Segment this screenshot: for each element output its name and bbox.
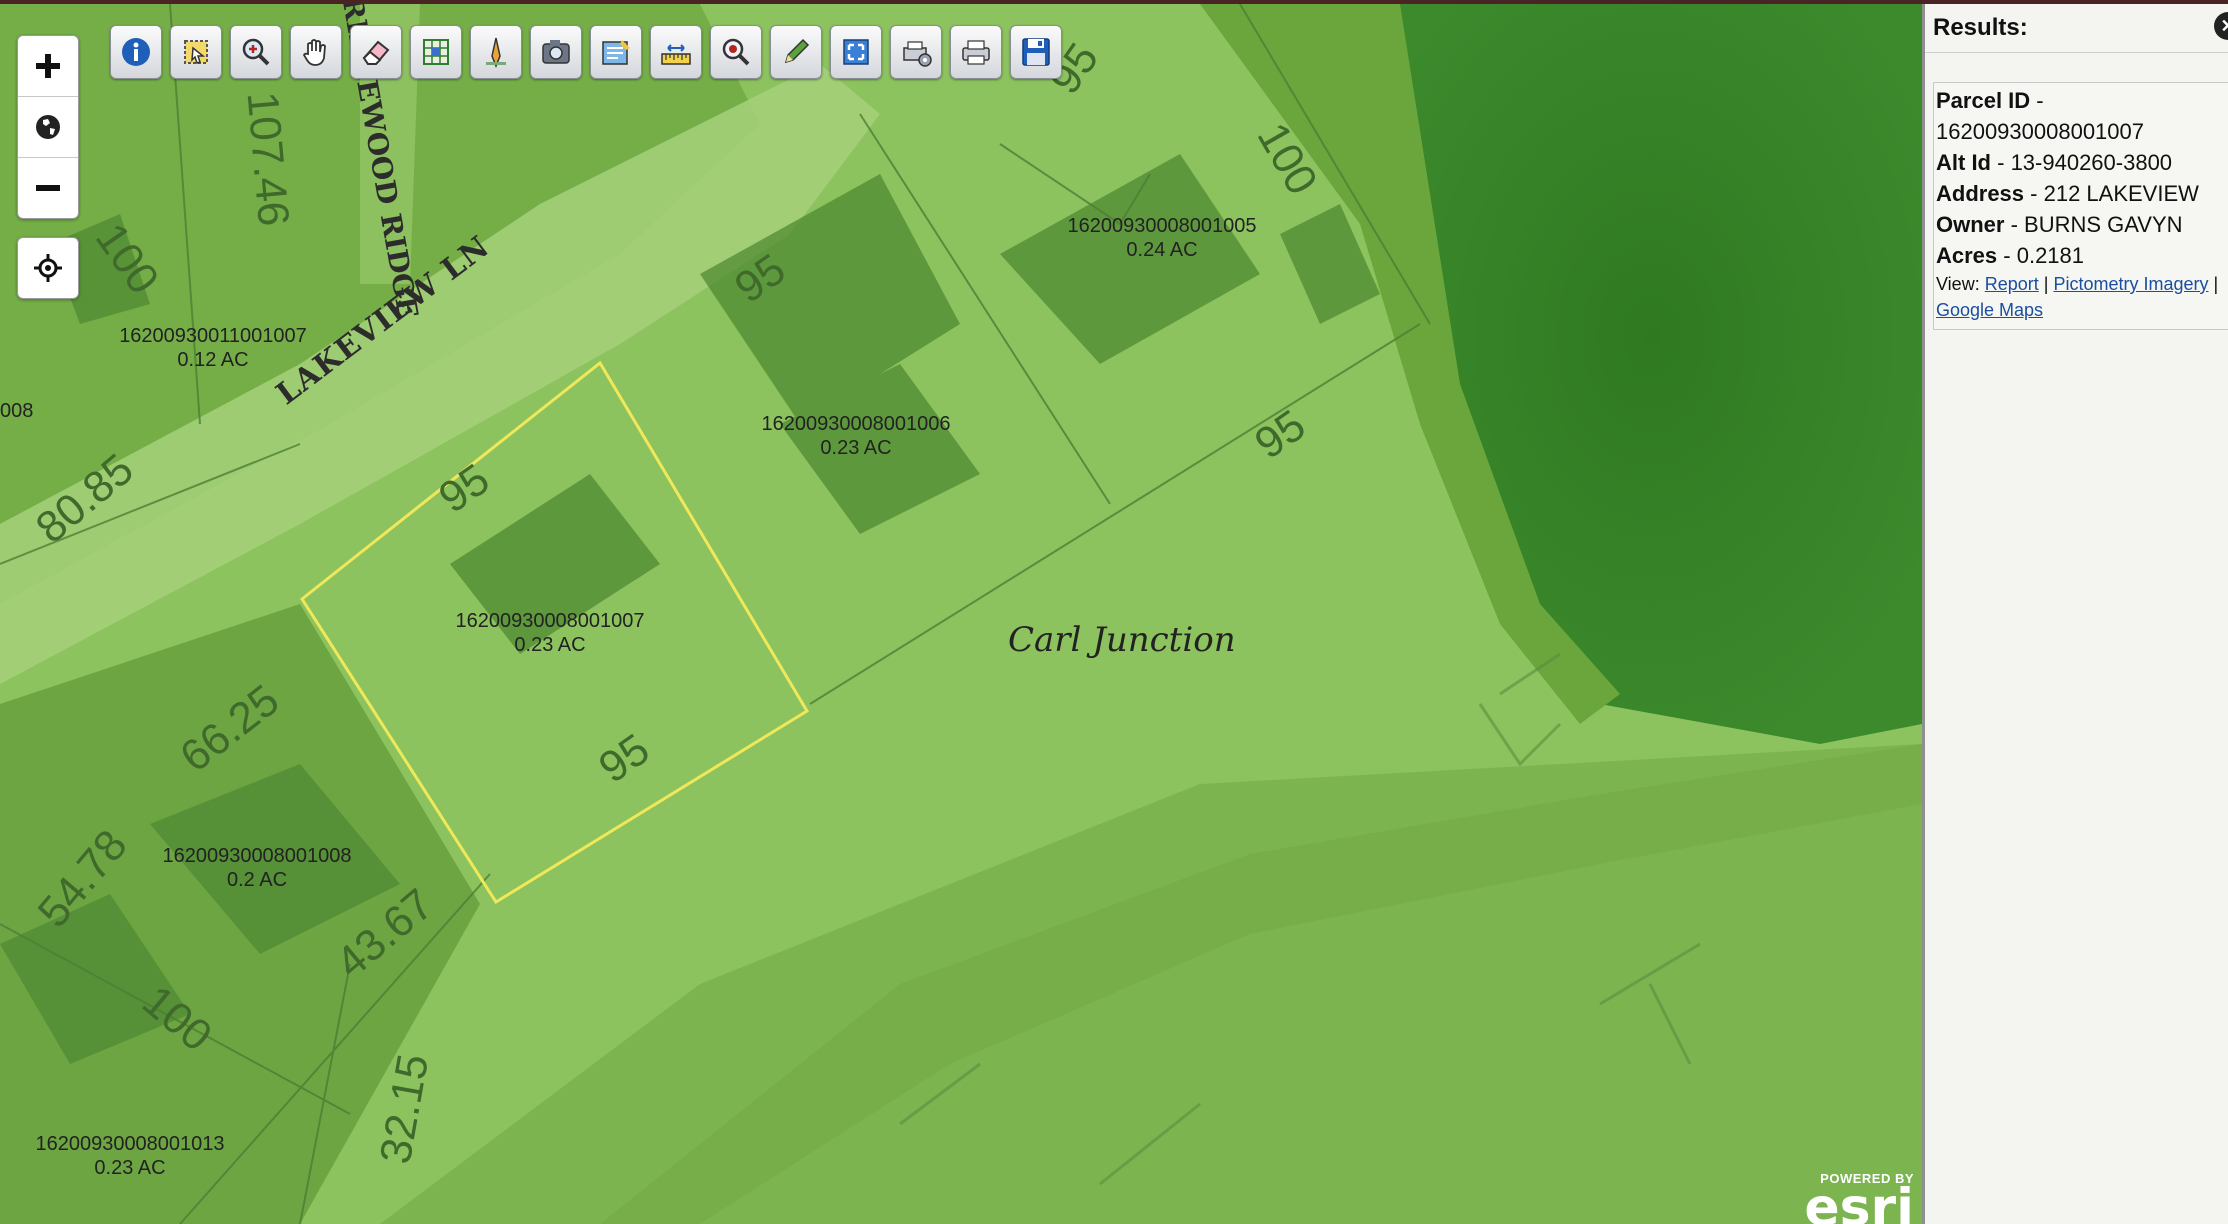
zoom-in-tool-button[interactable] bbox=[230, 25, 282, 79]
view-links: View: Report | Pictometry Imagery | Goog… bbox=[1936, 271, 2228, 323]
pan-tool-button[interactable] bbox=[290, 25, 342, 79]
map-view[interactable]: 16200930008001007 0.23 AC 162009300080010… bbox=[0, 4, 1922, 1224]
crosshair-icon bbox=[34, 254, 62, 282]
measure-tool-button[interactable] bbox=[470, 25, 522, 79]
home-globe-button[interactable] bbox=[18, 97, 78, 158]
parcel-label: 16200930008001006 0.23 AC bbox=[761, 413, 951, 459]
full-extent-icon bbox=[843, 39, 869, 65]
parcel-label: 16200930008001008 0.2 AC bbox=[162, 845, 352, 891]
eraser-tool-button[interactable] bbox=[350, 25, 402, 79]
field-label: Address bbox=[1936, 181, 2025, 206]
parcel-label: 16200930008001007 0.23 AC bbox=[455, 610, 645, 656]
powered-by-text: POWERED BY bbox=[1820, 1171, 1914, 1186]
draw-icon bbox=[784, 38, 810, 64]
field-label: Parcel ID bbox=[1936, 88, 2031, 113]
alt-id-row: Alt Id - 13-940260-3800 bbox=[1936, 147, 2228, 178]
field-separator: - bbox=[2024, 181, 2044, 206]
field-value: 212 LAKEVIEW bbox=[2043, 181, 2199, 206]
results-panel: Results: ✕ Parcel ID - 16200930008001007… bbox=[1922, 4, 2228, 1224]
map-toolbar bbox=[104, 22, 1068, 90]
zoom-in-button[interactable] bbox=[18, 36, 78, 97]
google-maps-link[interactable]: Google Maps bbox=[1936, 300, 2043, 320]
search-icon bbox=[722, 38, 750, 66]
plus-icon bbox=[36, 54, 60, 78]
draw-tool-button[interactable] bbox=[770, 25, 822, 79]
report-link[interactable]: Report bbox=[1985, 274, 2039, 294]
acres-row: Acres - 0.2181 bbox=[1936, 240, 2228, 271]
full-extent-tool-button[interactable] bbox=[830, 25, 882, 79]
print-settings-icon bbox=[903, 41, 932, 67]
grid-select-tool-button[interactable] bbox=[410, 25, 462, 79]
zoom-control bbox=[17, 35, 79, 219]
link-separator: | bbox=[2043, 274, 2049, 294]
field-separator: - bbox=[1991, 150, 2011, 175]
eraser-icon bbox=[362, 40, 390, 65]
save-tool-button[interactable] bbox=[1010, 25, 1062, 79]
info-icon bbox=[122, 38, 150, 66]
close-icon[interactable]: ✕ bbox=[2214, 12, 2228, 40]
locate-button[interactable] bbox=[17, 237, 79, 299]
place-label: Carl Junction bbox=[1008, 620, 1236, 660]
results-header: Results: ✕ bbox=[1925, 4, 2228, 53]
esri-attribution[interactable]: POWERED BY esri bbox=[1804, 1171, 1914, 1224]
field-value: BURNS GAVYN bbox=[2024, 212, 2183, 237]
pan-icon bbox=[302, 39, 326, 66]
results-title: Results: bbox=[1933, 14, 2028, 41]
print-settings-tool-button[interactable] bbox=[890, 25, 942, 79]
esri-logo: esri bbox=[1804, 1186, 1914, 1224]
camera-icon bbox=[542, 40, 570, 64]
owner-row: Owner - BURNS GAVYN bbox=[1936, 209, 2228, 240]
link-separator: | bbox=[2213, 274, 2219, 294]
parcel-label: 16200930008001013 0.23 AC bbox=[35, 1133, 225, 1179]
print-tool-button[interactable] bbox=[950, 25, 1002, 79]
camera-tool-button[interactable] bbox=[530, 25, 582, 79]
view-label: View: bbox=[1936, 274, 1980, 294]
coordinates-tool-button[interactable] bbox=[650, 25, 702, 79]
field-separator: - bbox=[2030, 88, 2044, 113]
select-tool-button[interactable] bbox=[170, 25, 222, 79]
field-label: Acres bbox=[1936, 243, 1998, 268]
select-icon bbox=[184, 40, 208, 64]
print-icon bbox=[962, 40, 990, 65]
minus-icon bbox=[36, 185, 60, 191]
measure-icon bbox=[486, 37, 506, 69]
parcel-id-row: Parcel ID - 16200930008001007 bbox=[1936, 85, 2228, 147]
field-label: Alt Id bbox=[1936, 150, 1991, 175]
coordinates-icon bbox=[661, 44, 691, 65]
layers-tool-button[interactable] bbox=[590, 25, 642, 79]
pictometry-link[interactable]: Pictometry Imagery bbox=[2053, 274, 2208, 294]
parcel-label: 16200930011001007 0.12 AC bbox=[119, 325, 307, 371]
globe-icon bbox=[36, 115, 60, 139]
address-row: Address - 212 LAKEVIEW bbox=[1936, 178, 2228, 209]
save-icon bbox=[1022, 38, 1050, 66]
field-label: Owner bbox=[1936, 212, 2005, 237]
info-tool-button[interactable] bbox=[110, 25, 162, 79]
parcel-label-partial: 008 bbox=[0, 400, 34, 422]
field-value: 0.2181 bbox=[2016, 243, 2085, 268]
zoom-out-button[interactable] bbox=[18, 158, 78, 218]
grid-select-icon bbox=[423, 39, 449, 65]
layers-icon bbox=[602, 40, 630, 65]
search-tool-button[interactable] bbox=[710, 25, 762, 79]
field-separator: - bbox=[2004, 212, 2025, 237]
field-value: 16200930008001007 bbox=[1936, 119, 2145, 144]
result-item: Parcel ID - 16200930008001007 Alt Id - 1… bbox=[1933, 82, 2228, 330]
field-separator: - bbox=[1997, 243, 2017, 268]
zoom-in-tool-icon bbox=[242, 38, 270, 66]
field-value: 13-940260-3800 bbox=[2010, 150, 2173, 175]
parcel-label: 16200930008001005 0.24 AC bbox=[1067, 215, 1257, 261]
